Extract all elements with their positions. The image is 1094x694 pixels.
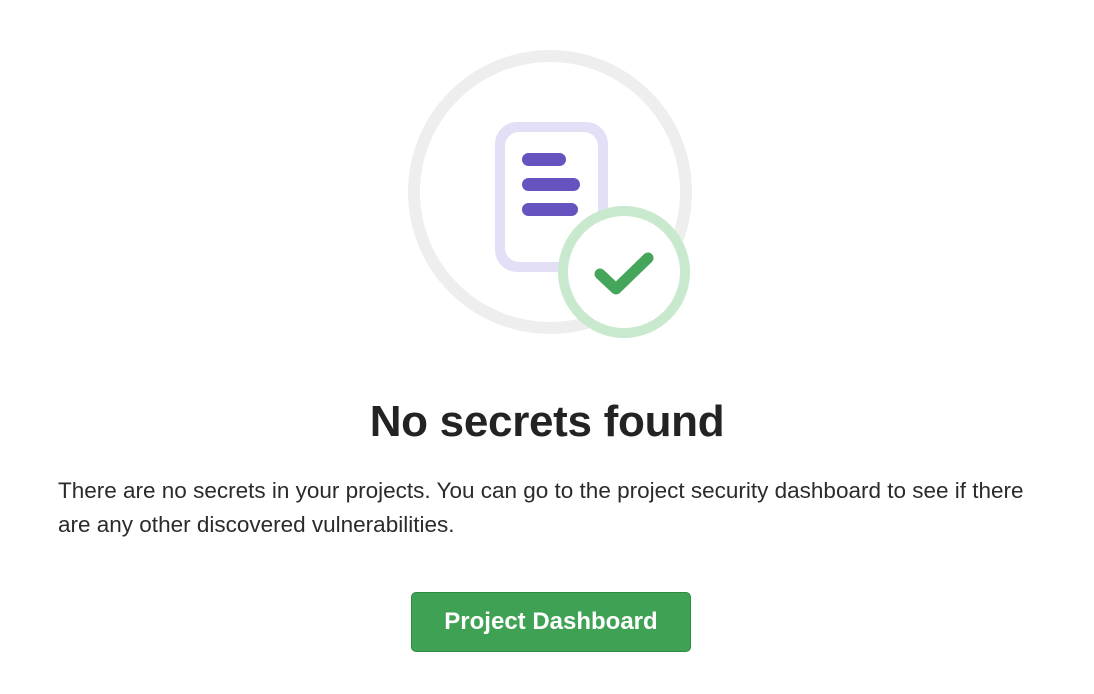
empty-state-description: There are no secrets in your projects. Y… — [58, 478, 1024, 537]
secrets-illustration-svg — [408, 50, 692, 338]
project-dashboard-button[interactable]: Project Dashboard — [411, 592, 691, 652]
empty-state-page: No secrets found There are no secrets in… — [0, 0, 1094, 694]
empty-state-illustration — [400, 36, 700, 356]
empty-state-title: No secrets found — [369, 397, 725, 446]
checkmark-badge-icon — [558, 206, 690, 338]
